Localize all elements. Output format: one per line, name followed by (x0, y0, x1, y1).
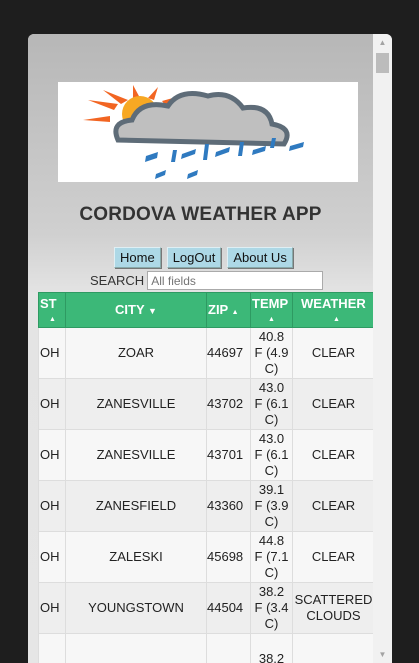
temp-line: 43.0 (258, 380, 285, 395)
cell-temp: 39.1 F (3.9 C) (250, 480, 293, 532)
table-row[interactable]: 38.2 (38, 633, 373, 663)
temp-line: C) (264, 412, 279, 427)
temp-line: F (6.1 (254, 447, 289, 462)
sort-arrow-icon: ▲ (231, 309, 239, 316)
sort-arrow-icon: ▲ (333, 316, 340, 323)
temp-line: F (4.9 (254, 345, 289, 360)
temp-line: F (6.1 (254, 396, 289, 411)
weather-line: CLEAR (311, 345, 356, 360)
scroll-down-icon[interactable]: ▼ (373, 646, 392, 663)
temp-line: C) (264, 361, 279, 376)
weather-line: SCATTERED (294, 592, 373, 607)
cell-zip: 44504 (206, 582, 251, 634)
cell-zip (206, 633, 251, 663)
cell-city (65, 633, 207, 663)
table-row[interactable]: OH ZOAR 44697 40.8 F (4.9 C) CLEAR (38, 327, 373, 379)
temp-line: 38.2 (258, 584, 285, 599)
scrollbar-thumb[interactable] (376, 53, 389, 73)
sun-cloud-rain-icon (83, 85, 304, 179)
cell-city: ZOAR (65, 327, 207, 379)
search-bar: SEARCH (90, 271, 324, 290)
cell-state: OH (38, 531, 66, 583)
cell-zip: 43702 (206, 378, 251, 430)
cell-state: OH (38, 480, 66, 532)
cell-temp: 44.8 F (7.1 C) (250, 531, 293, 583)
cell-zip: 43360 (206, 480, 251, 532)
about-us-button[interactable]: About Us (227, 247, 293, 268)
logout-button[interactable]: LogOut (166, 247, 222, 268)
home-button[interactable]: Home (114, 247, 161, 268)
cell-weather: SCATTERED CLOUDS (292, 582, 373, 634)
column-header-temp[interactable]: TEMP ▲ (250, 292, 293, 328)
cell-city: YOUNGSTOWN (65, 582, 207, 634)
sort-arrow-icon: ▲ (268, 316, 275, 323)
cell-state: OH (38, 327, 66, 379)
column-header-zip[interactable]: ZIP ▲ (206, 292, 251, 328)
cell-temp: 38.2 (250, 633, 293, 663)
column-header-state[interactable]: ST ▲ (38, 292, 66, 328)
temp-line: F (7.1 (254, 549, 289, 564)
table-row[interactable]: OH ZANESVILLE 43701 43.0 F (6.1 C) CLEAR (38, 429, 373, 481)
cell-weather: CLEAR (292, 327, 373, 379)
cell-state: OH (38, 582, 66, 634)
column-header-weather[interactable]: WEATHER ▲ (292, 292, 373, 328)
table-row[interactable]: OH ZANESVILLE 43702 43.0 F (6.1 C) CLEAR (38, 378, 373, 430)
weather-line: CLEAR (311, 447, 356, 462)
search-input[interactable] (147, 271, 324, 290)
temp-line: F (3.9 (254, 498, 289, 513)
cell-weather: CLEAR (292, 531, 373, 583)
temp-line: C) (264, 565, 279, 580)
cell-city: ZANESFIELD (65, 480, 207, 532)
cell-state: OH (38, 429, 66, 481)
cell-temp: 43.0 F (6.1 C) (250, 429, 293, 481)
cell-state: OH (38, 378, 66, 430)
cell-temp: 43.0 F (6.1 C) (250, 378, 293, 430)
temp-line: C) (264, 463, 279, 478)
weather-line: CLOUDS (306, 608, 361, 623)
scroll-up-icon[interactable]: ▲ (373, 34, 392, 51)
cell-weather: CLEAR (292, 480, 373, 532)
search-label: SEARCH (90, 273, 145, 288)
cell-zip: 43701 (206, 429, 251, 481)
cell-city: ZANESVILLE (65, 429, 207, 481)
cell-temp: 38.2 F (3.4 C) (250, 582, 293, 634)
temp-line: C) (264, 616, 279, 631)
weather-table: ST ▲ CITY ▼ ZIP ▲ TEMP ▲ WEATHER ▲ OH ZO… (38, 292, 373, 663)
cell-zip: 45698 (206, 531, 251, 583)
page-content: CORDOVA WEATHER APP Home LogOut About Us… (28, 34, 373, 663)
nav-bar: Home LogOut About Us (114, 247, 293, 268)
column-header-city[interactable]: CITY ▼ (65, 292, 207, 328)
temp-line: F (3.4 (254, 600, 289, 615)
weather-line: CLEAR (311, 549, 356, 564)
cell-weather (292, 633, 373, 663)
cell-weather: CLEAR (292, 378, 373, 430)
weather-line: CLEAR (311, 396, 356, 411)
table-body: OH ZOAR 44697 40.8 F (4.9 C) CLEAR OH ZANESVILLE… (38, 327, 373, 663)
table-row[interactable]: OH ZALESKI 45698 44.8 F (7.1 C) CLEAR (38, 531, 373, 583)
table-row[interactable]: OH ZANESFIELD 43360 39.1 F (3.9 C) CLEAR (38, 480, 373, 532)
temp-line: 44.8 (258, 533, 285, 548)
cell-weather: CLEAR (292, 429, 373, 481)
temp-line: 38.2 (258, 651, 285, 663)
cell-temp: 40.8 F (4.9 C) (250, 327, 293, 379)
cell-city: ZALESKI (65, 531, 207, 583)
sort-arrow-icon: ▲ (49, 316, 56, 323)
sort-desc-icon: ▼ (148, 306, 157, 316)
temp-line: 39.1 (258, 482, 285, 497)
table-header-row: ST ▲ CITY ▼ ZIP ▲ TEMP ▲ WEATHER ▲ (38, 292, 373, 328)
table-row[interactable]: OH YOUNGSTOWN 44504 38.2 F (3.4 C) SCATTERED CL… (38, 582, 373, 634)
temp-line: C) (264, 514, 279, 529)
weather-line: CLEAR (311, 498, 356, 513)
cell-state (38, 633, 66, 663)
app-title: CORDOVA WEATHER APP (79, 204, 322, 225)
cell-city: ZANESVILLE (65, 378, 207, 430)
vertical-scrollbar[interactable]: ▲ ▼ (373, 34, 392, 663)
app-window: CORDOVA WEATHER APP Home LogOut About Us… (28, 34, 392, 663)
weather-logo (58, 82, 358, 182)
temp-line: 40.8 (258, 329, 285, 344)
temp-line: 43.0 (258, 431, 285, 446)
cell-zip: 44697 (206, 327, 251, 379)
